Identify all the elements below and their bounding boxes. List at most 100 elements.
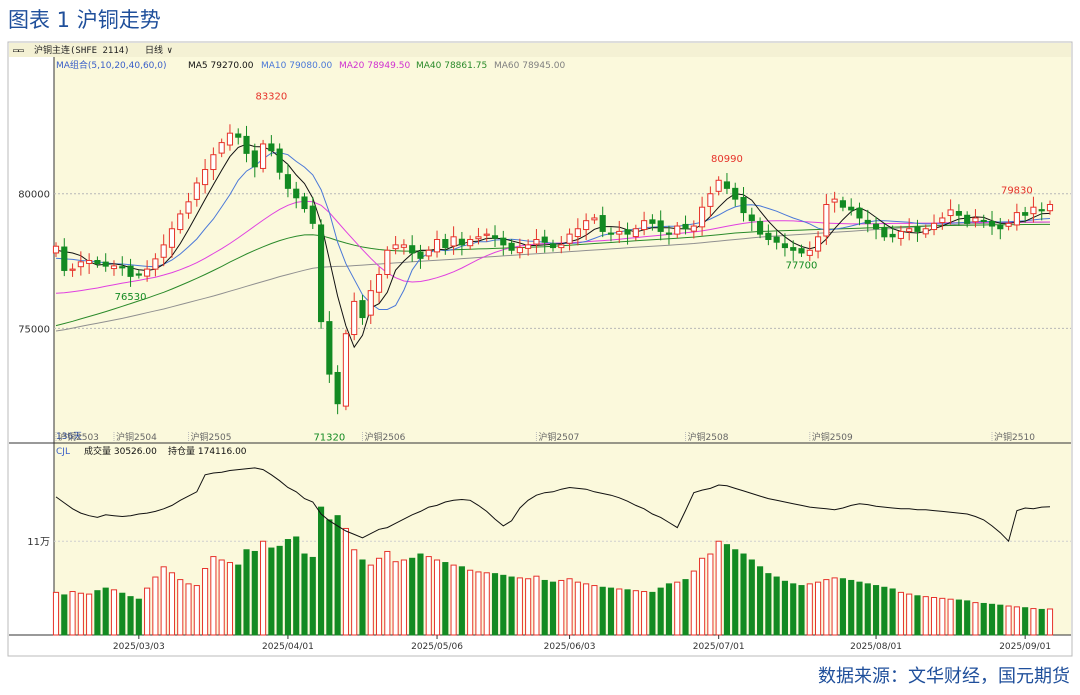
candle-body — [1046, 204, 1054, 212]
toolbar: ▭▭ 沪铜主连(SHFE 2114) 日线 ∨ — [13, 44, 172, 56]
figure-title: 图表 1 沪铜走势 — [8, 8, 161, 32]
volume-bar — [641, 591, 648, 636]
volume-bar — [268, 547, 275, 636]
volume-bar — [110, 589, 118, 636]
candle-body — [814, 236, 822, 252]
candle-body — [193, 182, 200, 200]
chevron-down-icon[interactable]: ∨ — [167, 46, 172, 56]
volume-bar — [980, 602, 987, 636]
candle-body — [309, 205, 316, 224]
volume-bar — [367, 564, 374, 636]
candle-body — [839, 200, 846, 208]
candle-body — [152, 258, 159, 270]
volume-bar — [558, 579, 565, 636]
candle-body — [732, 187, 739, 200]
candle-body — [110, 265, 118, 270]
candle-body — [467, 239, 474, 247]
volume-bar — [549, 581, 557, 636]
date-tick-label: 2025/04/01 — [262, 642, 314, 652]
volume-bar — [806, 583, 813, 636]
volume-bar — [375, 557, 383, 636]
volume-bar — [185, 583, 192, 636]
price-annotation: 71320 — [313, 432, 345, 443]
volume-bar — [955, 599, 962, 636]
volume-bar — [814, 581, 822, 636]
candle-body — [500, 237, 507, 246]
candle-body — [872, 223, 880, 230]
volume-bar — [384, 550, 391, 636]
volume-bar — [649, 591, 656, 636]
candle-body — [525, 244, 532, 249]
volume-bar — [144, 587, 151, 636]
candle-body — [757, 220, 764, 235]
candle-body — [549, 243, 557, 249]
volume-bar — [690, 570, 697, 636]
volume-bar — [616, 588, 623, 636]
candle-body — [334, 371, 341, 405]
volume-bar — [359, 559, 366, 636]
legend-ma20: MA20 78949.50 — [339, 61, 410, 71]
contract-label: 沪铜2503 — [58, 431, 99, 443]
link-icon[interactable]: ▭▭ — [13, 46, 24, 56]
volume-bar — [757, 566, 764, 636]
candle-body — [798, 248, 805, 254]
candle-body — [972, 217, 979, 223]
volume-bar — [906, 593, 913, 636]
volume-bar — [210, 556, 217, 636]
volume-indicator-selector[interactable]: CJL — [56, 447, 70, 457]
volume-bar — [483, 572, 490, 636]
contract-label: 沪铜2508 — [688, 431, 729, 443]
candle-body — [906, 228, 913, 232]
volume-bar — [508, 576, 515, 636]
volume-bar — [1046, 608, 1054, 636]
volume-bar — [442, 562, 449, 636]
candle-body — [773, 236, 780, 243]
symbol-selector[interactable]: 沪铜主连(SHFE 2114) — [34, 44, 130, 56]
candle-body — [417, 251, 424, 259]
volume-bar — [773, 576, 780, 636]
volume-bar — [790, 583, 797, 636]
price-annotation: 76530 — [115, 292, 147, 303]
legend-ma5: MA5 79270.00 — [188, 61, 254, 71]
ma-group-selector[interactable]: MA组合(5,10,20,40,60,0) — [56, 59, 167, 71]
candle-body — [1030, 206, 1037, 215]
candle-body — [400, 244, 407, 248]
price-annotation: 80990 — [711, 154, 743, 165]
candle-body — [384, 249, 391, 275]
candle-body — [202, 169, 209, 186]
volume-bar — [831, 577, 838, 636]
contract-label: 沪铜2507 — [538, 431, 579, 443]
candle-body — [682, 223, 689, 230]
candle-body — [864, 219, 871, 224]
candle-body — [848, 206, 855, 211]
period-selector[interactable]: 日线 — [145, 44, 163, 56]
volume-bar — [409, 557, 416, 636]
candle-body — [119, 266, 126, 269]
volume-bar — [458, 566, 465, 636]
volume-bar — [276, 545, 283, 636]
candle-body — [674, 225, 681, 235]
candle-body — [541, 236, 548, 243]
volume-bar — [897, 591, 904, 636]
volume-bar — [1038, 608, 1045, 636]
volume-bar — [591, 585, 598, 636]
contract-label: 沪铜2509 — [812, 431, 853, 443]
volume-bar — [972, 602, 979, 636]
volume-bar — [964, 600, 971, 636]
volume-bar — [351, 549, 358, 636]
candle-body — [69, 268, 76, 271]
volume-bar — [988, 603, 996, 636]
volume-bar — [930, 596, 938, 636]
candle-body — [442, 239, 449, 249]
price-annotation: 79830 — [1001, 185, 1033, 196]
candle-body — [268, 143, 275, 152]
date-tick-label: 2025/07/01 — [693, 642, 745, 652]
volume-bar — [781, 580, 789, 636]
volume-bar — [707, 553, 714, 636]
price-panel-bg — [54, 57, 1071, 443]
candle-body — [491, 235, 499, 239]
price-annotation: 83320 — [255, 91, 287, 102]
volume-bar — [525, 578, 532, 636]
legend-open-interest: 持仓量 174116.00 — [168, 445, 247, 457]
candle-body — [483, 233, 490, 236]
